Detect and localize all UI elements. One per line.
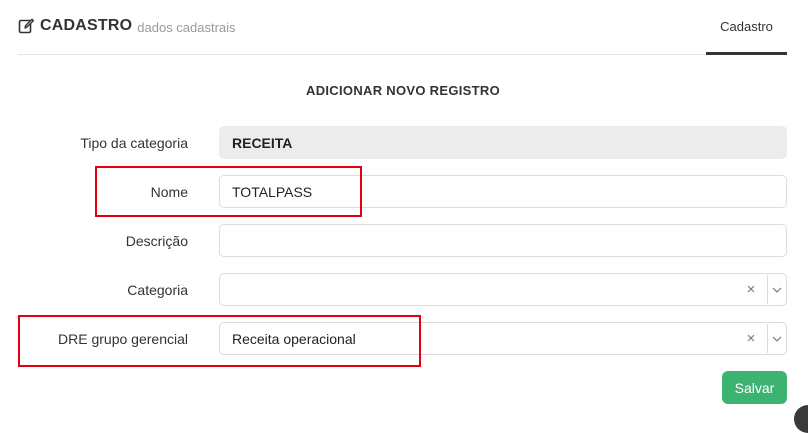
page-title: CADASTRO <box>40 17 133 34</box>
chevron-down-icon[interactable] <box>768 323 786 354</box>
row-nome: Nome TOTALPASS <box>0 175 808 209</box>
header-title-group: CADASTRO dados cadastrais <box>18 17 236 35</box>
clear-icon[interactable]: × <box>742 323 760 354</box>
nome-label: Nome <box>150 184 188 200</box>
descricao-input[interactable] <box>219 224 787 257</box>
categoria-label: Categoria <box>127 282 188 298</box>
edit-icon <box>18 18 35 34</box>
tipo-categoria-label: Tipo da categoria <box>80 135 188 151</box>
row-descricao: Descrição <box>0 224 808 258</box>
tipo-categoria-field: RECEITA <box>219 126 787 159</box>
dre-grupo-label: DRE grupo gerencial <box>58 331 188 347</box>
descricao-label: Descrição <box>125 233 188 249</box>
row-categoria: Categoria × <box>0 273 808 307</box>
form-heading: ADICIONAR NOVO REGISTRO <box>306 83 500 98</box>
page-header: CADASTRO dados cadastrais Cadastro <box>18 0 787 55</box>
clear-icon[interactable]: × <box>742 274 760 305</box>
dre-grupo-select[interactable]: Receita operacional × <box>219 322 787 355</box>
row-dre-grupo: DRE grupo gerencial Receita operacional … <box>0 322 808 356</box>
save-button[interactable]: Salvar <box>722 371 787 404</box>
nome-input[interactable]: TOTALPASS <box>219 175 787 208</box>
categoria-select[interactable]: × <box>219 273 787 306</box>
dre-grupo-select-value: Receita operacional <box>232 330 356 347</box>
tab-cadastro[interactable]: Cadastro <box>706 0 787 55</box>
row-tipo-categoria: Tipo da categoria RECEITA <box>0 126 808 160</box>
scroll-corner <box>794 405 808 433</box>
page-subtitle: dados cadastrais <box>137 19 236 35</box>
chevron-down-icon[interactable] <box>768 274 786 305</box>
